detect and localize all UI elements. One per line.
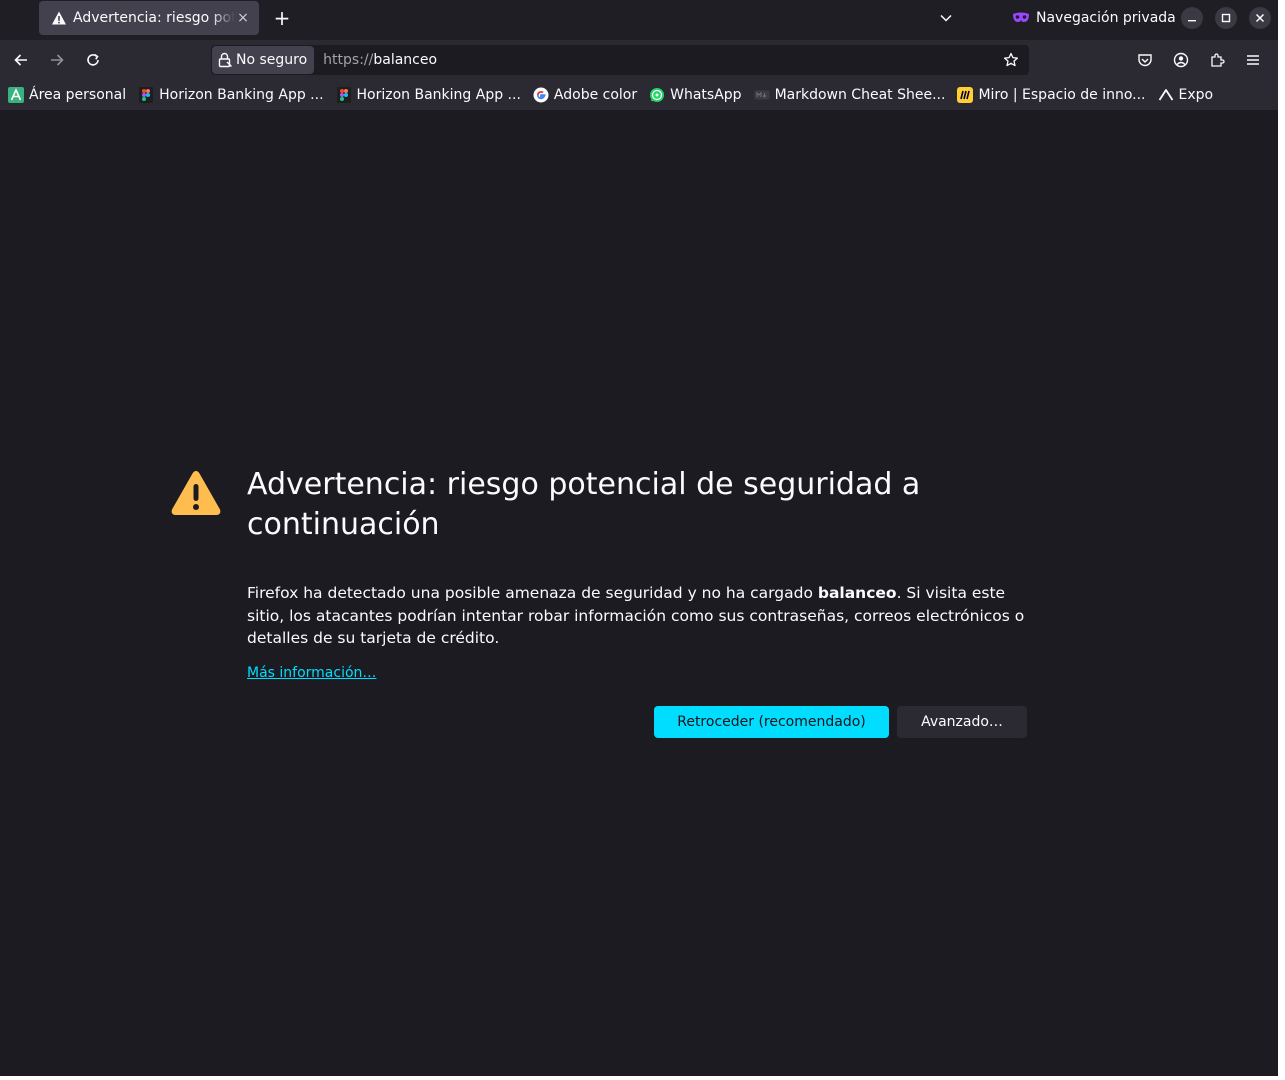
bookmarks-toolbar: Área personal Horizon Banking App ... Ho… bbox=[0, 80, 1285, 110]
bookmark-label: Expo bbox=[1178, 87, 1214, 103]
reload-button[interactable] bbox=[81, 48, 105, 72]
close-window-button[interactable] bbox=[1249, 7, 1271, 29]
url-bar[interactable]: No seguro https://balanceo bbox=[211, 45, 1029, 75]
bookmark-whatsapp[interactable]: WhatsApp bbox=[649, 87, 742, 103]
bookmark-expo[interactable]: Expo bbox=[1158, 87, 1214, 103]
bookmark-label: Markdown Cheat Shee... bbox=[774, 87, 946, 103]
markdown-icon bbox=[754, 87, 770, 103]
figma-icon bbox=[336, 87, 352, 103]
extensions-icon[interactable] bbox=[1205, 48, 1229, 72]
google-icon bbox=[533, 87, 549, 103]
account-icon[interactable] bbox=[1169, 48, 1193, 72]
advanced-button[interactable]: Avanzado… bbox=[897, 706, 1027, 738]
miro-icon bbox=[957, 87, 974, 103]
tab-strip: Advertencia: riesgo potencial de segurid… bbox=[0, 0, 1285, 40]
hamburger-menu-icon[interactable] bbox=[1241, 48, 1265, 72]
url-host: balanceo bbox=[373, 52, 438, 68]
bookmark-label: Área personal bbox=[29, 87, 127, 103]
maximize-button[interactable] bbox=[1215, 7, 1237, 29]
bookmark-label: Horizon Banking App ... bbox=[159, 87, 324, 103]
bookmark-horizon-banking-1[interactable]: Horizon Banking App ... bbox=[138, 87, 324, 103]
site-identity-button[interactable]: No seguro bbox=[212, 46, 315, 74]
bookmark-star-icon[interactable] bbox=[999, 48, 1023, 72]
reload-icon bbox=[87, 53, 99, 66]
background-window-edge bbox=[1278, 0, 1285, 1080]
back-button[interactable] bbox=[9, 48, 33, 72]
forward-button[interactable] bbox=[45, 48, 69, 72]
bookmark-label: WhatsApp bbox=[670, 87, 742, 103]
pocket-icon[interactable] bbox=[1133, 48, 1157, 72]
close-tab-icon[interactable]: × bbox=[235, 10, 251, 26]
description-text-start: Firefox ha detectado una posible amenaza… bbox=[247, 584, 818, 602]
bookmark-label: Horizon Banking App ... bbox=[356, 87, 521, 103]
bookmark-area-personal[interactable]: Área personal bbox=[8, 87, 126, 103]
chevron-down-icon[interactable] bbox=[934, 6, 958, 30]
learn-more-link[interactable]: Más información… bbox=[247, 665, 376, 681]
url-scheme: https:// bbox=[323, 52, 374, 68]
private-mask-icon bbox=[1013, 12, 1029, 22]
warning-icon bbox=[170, 469, 222, 517]
go-back-button[interactable]: Retroceder (recomendado) bbox=[654, 706, 889, 738]
background-window-bottom bbox=[0, 1076, 1285, 1080]
expo-icon bbox=[1158, 87, 1174, 103]
url-text[interactable]: https://balanceo bbox=[323, 52, 999, 68]
bookmark-label: Adobe color bbox=[553, 87, 638, 103]
bookmark-markdown-cheat-sheet[interactable]: Markdown Cheat Shee... bbox=[754, 87, 946, 103]
private-label: Navegación privada bbox=[1036, 10, 1176, 26]
new-tab-button[interactable]: + bbox=[270, 6, 294, 30]
error-description: Firefox ha detectado una posible amenaza… bbox=[247, 582, 1037, 650]
navigation-toolbar: No seguro https://balanceo bbox=[0, 40, 1285, 80]
broken-lock-icon bbox=[218, 52, 232, 68]
figma-icon bbox=[138, 87, 154, 103]
whatsapp-icon bbox=[649, 87, 665, 103]
private-browsing-indicator: Navegación privada bbox=[1012, 7, 1176, 29]
arrow-left-icon bbox=[14, 54, 27, 66]
bookmark-horizon-banking-2[interactable]: Horizon Banking App ... bbox=[336, 87, 521, 103]
tab-security-warning[interactable]: Advertencia: riesgo potencial de segurid… bbox=[39, 1, 259, 35]
bookmark-miro[interactable]: Miro | Espacio de inno... bbox=[957, 87, 1146, 103]
bookmark-label: Miro | Espacio de inno... bbox=[978, 87, 1146, 103]
arrow-right-icon bbox=[51, 54, 64, 66]
minimize-button[interactable] bbox=[1181, 7, 1203, 29]
tab-title: Advertencia: riesgo potencial de segurid… bbox=[73, 10, 235, 26]
atlassian-icon bbox=[8, 87, 24, 103]
identity-label: No seguro bbox=[236, 52, 308, 68]
bookmark-adobe-color[interactable]: Adobe color bbox=[533, 87, 637, 103]
page-title: Advertencia: riesgo potencial de segurid… bbox=[247, 467, 921, 542]
warning-icon bbox=[51, 10, 67, 26]
blocked-host-name: balanceo bbox=[817, 584, 897, 602]
